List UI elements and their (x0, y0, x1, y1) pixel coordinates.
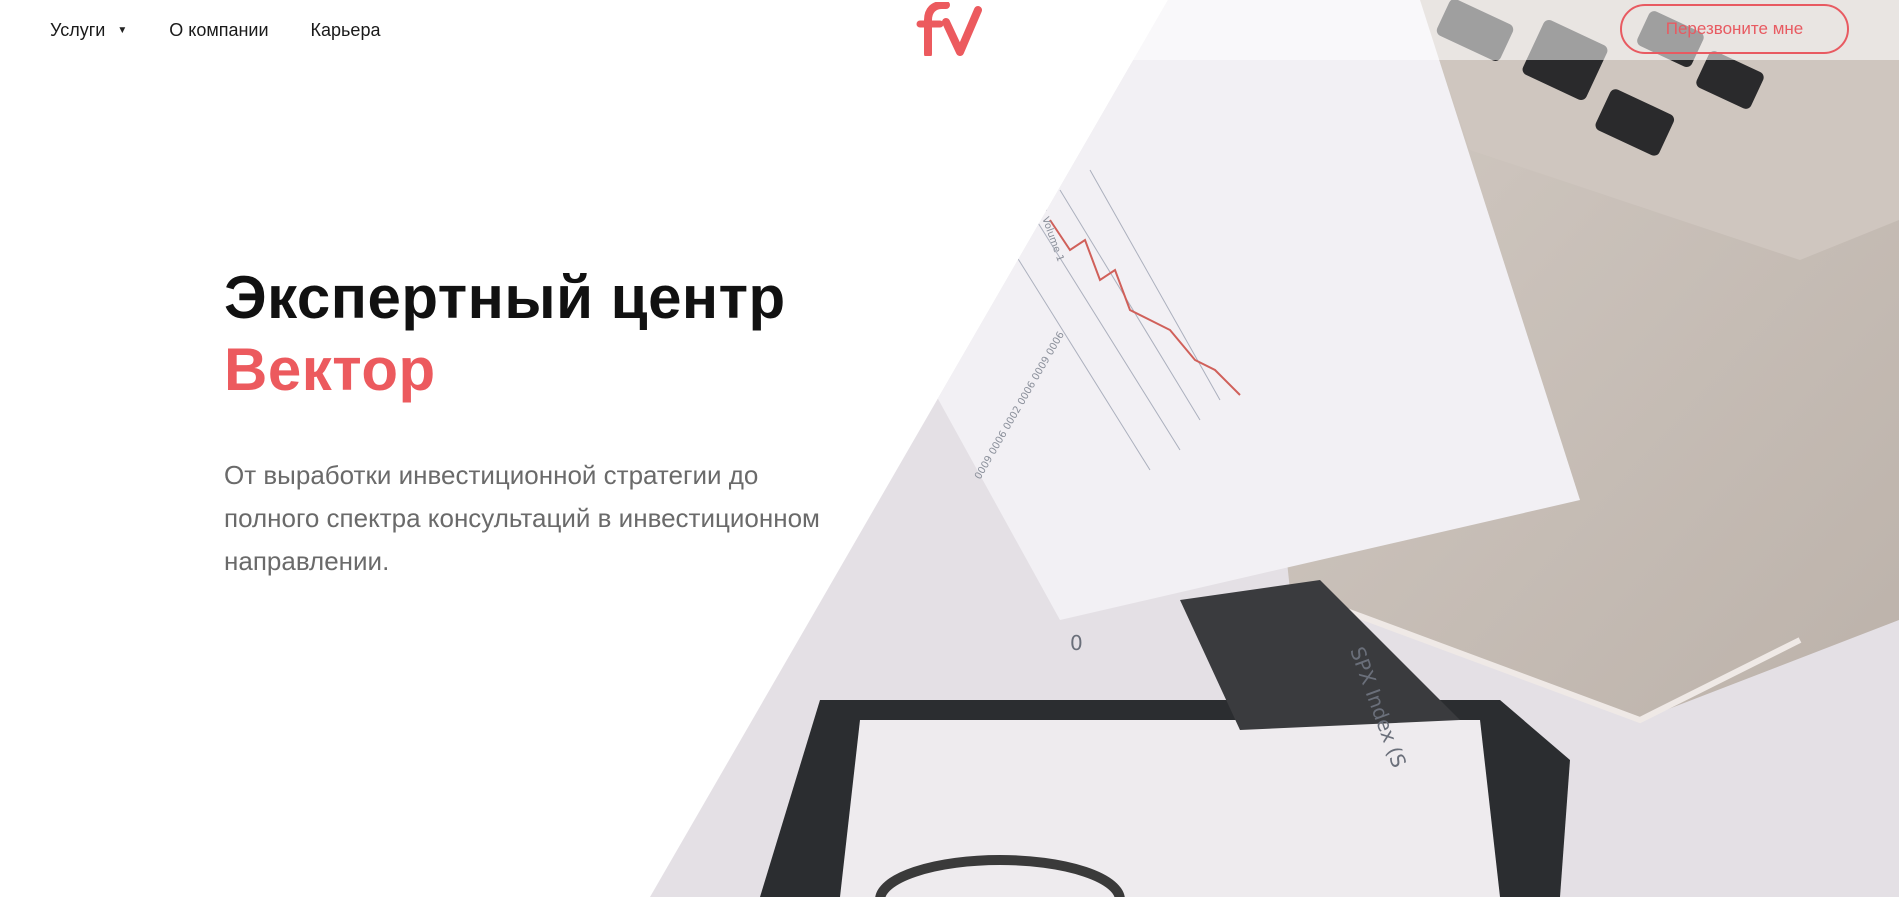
nav-item-about[interactable]: О компании (169, 20, 268, 41)
nav-item-career[interactable]: Карьера (311, 20, 381, 41)
nav-item-career-label: Карьера (310, 19, 381, 40)
svg-text:0: 0 (1070, 631, 1083, 655)
chevron-down-icon: ▼ (117, 24, 128, 36)
main-nav: Услуги ▼ О компании Карьера (50, 0, 380, 60)
hero-title-line1: Экспертный центр (224, 264, 786, 331)
page: 0009 0006 0002 0006 0009 0006 Oil Prices… (0, 0, 1899, 897)
nav-item-services-label: Услуги (50, 19, 106, 40)
site-header: Услуги ▼ О компании Карьера Перезвоните … (0, 0, 1899, 60)
nav-item-about-label: О компании (169, 19, 269, 40)
hero-section: Экспертный центр Вектор От выработки инв… (224, 262, 864, 583)
hero-title: Экспертный центр Вектор (224, 262, 864, 406)
nav-item-services[interactable]: Услуги ▼ (50, 20, 127, 41)
hero-subtitle: От выработки инвестиционной стратегии до… (224, 460, 820, 576)
callback-button[interactable]: Перезвоните мне (1620, 4, 1849, 54)
fv-logo-icon[interactable] (916, 2, 982, 56)
hero-title-brand: Вектор (224, 336, 436, 403)
